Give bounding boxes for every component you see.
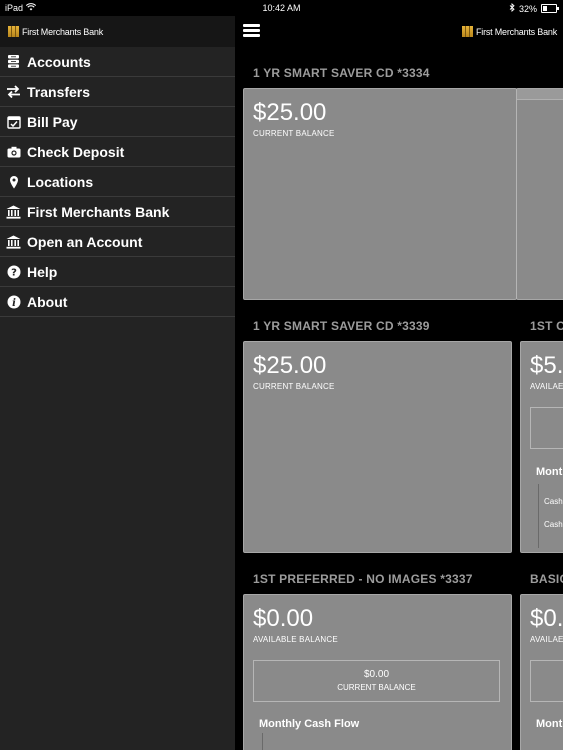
sidebar-item-first-merchants-bank[interactable]: First Merchants Bank — [0, 197, 235, 227]
balance-label: CURRENT BALANCE — [253, 129, 335, 138]
info-icon: i — [6, 294, 21, 309]
brand-logo: First Merchants Bank — [8, 26, 103, 37]
current-balance-box — [530, 660, 563, 702]
account-title: 1 YR SMART SAVER CD *3334 — [253, 66, 430, 80]
svg-text:?: ? — [11, 267, 17, 278]
hamburger-line — [243, 24, 260, 27]
bank-logo-icon — [461, 26, 473, 37]
account-title: 1ST C — [530, 319, 563, 333]
cash-flow-title: Monthly Cash Flow — [259, 718, 360, 730]
cash-flow-title: Mont — [536, 466, 563, 478]
current-balance-box — [530, 407, 563, 449]
account-title: 1ST PREFERRED - NO IMAGES *3337 — [253, 572, 473, 586]
account-card[interactable]: $0. AVAILAE Mont — [520, 594, 563, 750]
account-card-partial[interactable] — [516, 88, 563, 300]
brand-name: First Merchants Bank — [475, 26, 557, 37]
battery-icon — [541, 4, 559, 13]
sidebar-item-label: Accounts — [27, 53, 91, 70]
menu-toggle-button[interactable] — [243, 24, 260, 38]
current-balance-value: $0.00 — [363, 669, 390, 680]
card-strip — [517, 89, 563, 100]
sidebar: First Merchants Bank Accounts Transfers … — [0, 0, 235, 750]
sidebar-item-about[interactable]: i About — [0, 287, 235, 317]
cash-flow-label: Cash — [544, 520, 563, 529]
sidebar-item-label: Open an Account — [27, 233, 143, 250]
sidebar-item-open-an-account[interactable]: Open an Account — [0, 227, 235, 257]
cash-flow-axis — [262, 733, 263, 750]
balance-label: AVAILABLE BALANCE — [253, 635, 338, 644]
sidebar-item-label: Locations — [27, 173, 94, 190]
account-card[interactable]: $25.00 CURRENT BALANCE — [243, 88, 517, 300]
sidebar-item-check-deposit[interactable]: Check Deposit — [0, 137, 235, 167]
account-card[interactable]: $0.00 AVAILABLE BALANCE $0.00 CURRENT BA… — [243, 594, 512, 750]
accounts-icon — [6, 54, 21, 69]
account-amount: $0.00 — [253, 605, 314, 632]
brand-name: First Merchants Bank — [22, 26, 104, 37]
sidebar-item-label: Transfers — [27, 83, 91, 100]
account-card[interactable]: $25.00 CURRENT BALANCE — [243, 341, 512, 553]
hamburger-line — [243, 34, 260, 37]
sidebar-item-label: About — [27, 293, 68, 310]
cash-flow-axis — [538, 484, 539, 548]
sidebar-item-bill-pay[interactable]: Bill Pay — [0, 107, 235, 137]
hamburger-line — [243, 29, 260, 32]
cash-flow-title: Mont — [536, 718, 563, 730]
account-amount: $0. — [530, 605, 563, 632]
sidebar-item-label: Help — [27, 263, 58, 280]
sidebar-header: First Merchants Bank — [0, 16, 235, 47]
account-title: 1 YR SMART SAVER CD *3339 — [253, 319, 430, 333]
accounts-panel: First Merchants Bank 1 YR SMART SAVER CD… — [235, 0, 563, 750]
camera-icon — [6, 144, 21, 159]
account-card[interactable]: $5. AVAILAE Mont Cash Cash — [520, 341, 563, 553]
balance-label: CURRENT BALANCE — [253, 382, 335, 391]
cash-flow-label: Cash — [544, 497, 563, 506]
sidebar-item-accounts[interactable]: Accounts — [0, 47, 235, 77]
account-title: BASIC — [530, 572, 563, 586]
status-time: 10:42 AM — [262, 3, 301, 13]
sidebar-item-transfers[interactable]: Transfers — [0, 77, 235, 107]
account-amount: $25.00 — [253, 352, 327, 379]
calendar-check-icon — [6, 114, 21, 129]
balance-label: AVAILAE — [530, 635, 563, 644]
svg-text:i: i — [12, 297, 16, 308]
sidebar-item-help[interactable]: ? Help — [0, 257, 235, 287]
bank-logo-icon — [8, 26, 19, 37]
sidebar-menu: Accounts Transfers Bill Pay Check Deposi… — [0, 47, 235, 317]
sidebar-item-locations[interactable]: Locations — [0, 167, 235, 197]
top-bar: First Merchants Bank — [235, 16, 563, 47]
balance-label: AVAILAE — [530, 382, 563, 391]
bank-icon — [6, 204, 21, 219]
sidebar-item-label: First Merchants Bank — [27, 203, 170, 220]
account-amount: $5. — [530, 352, 563, 379]
status-bar: iPad 10:42 AM 32% — [0, 0, 563, 16]
bluetooth-icon — [509, 2, 515, 14]
sidebar-item-label: Check Deposit — [27, 143, 125, 160]
bank-icon — [6, 234, 21, 249]
transfer-arrows-icon — [6, 84, 21, 99]
brand-logo: First Merchants Bank — [461, 26, 557, 37]
help-icon: ? — [6, 264, 21, 279]
sidebar-item-label: Bill Pay — [27, 113, 78, 130]
battery-percent: 32% — [518, 3, 537, 14]
current-balance-label: CURRENT BALANCE — [337, 683, 416, 692]
current-balance-box: $0.00 CURRENT BALANCE — [253, 660, 500, 702]
location-pin-icon — [6, 174, 21, 189]
battery-fill — [543, 6, 547, 11]
account-amount: $25.00 — [253, 99, 327, 126]
